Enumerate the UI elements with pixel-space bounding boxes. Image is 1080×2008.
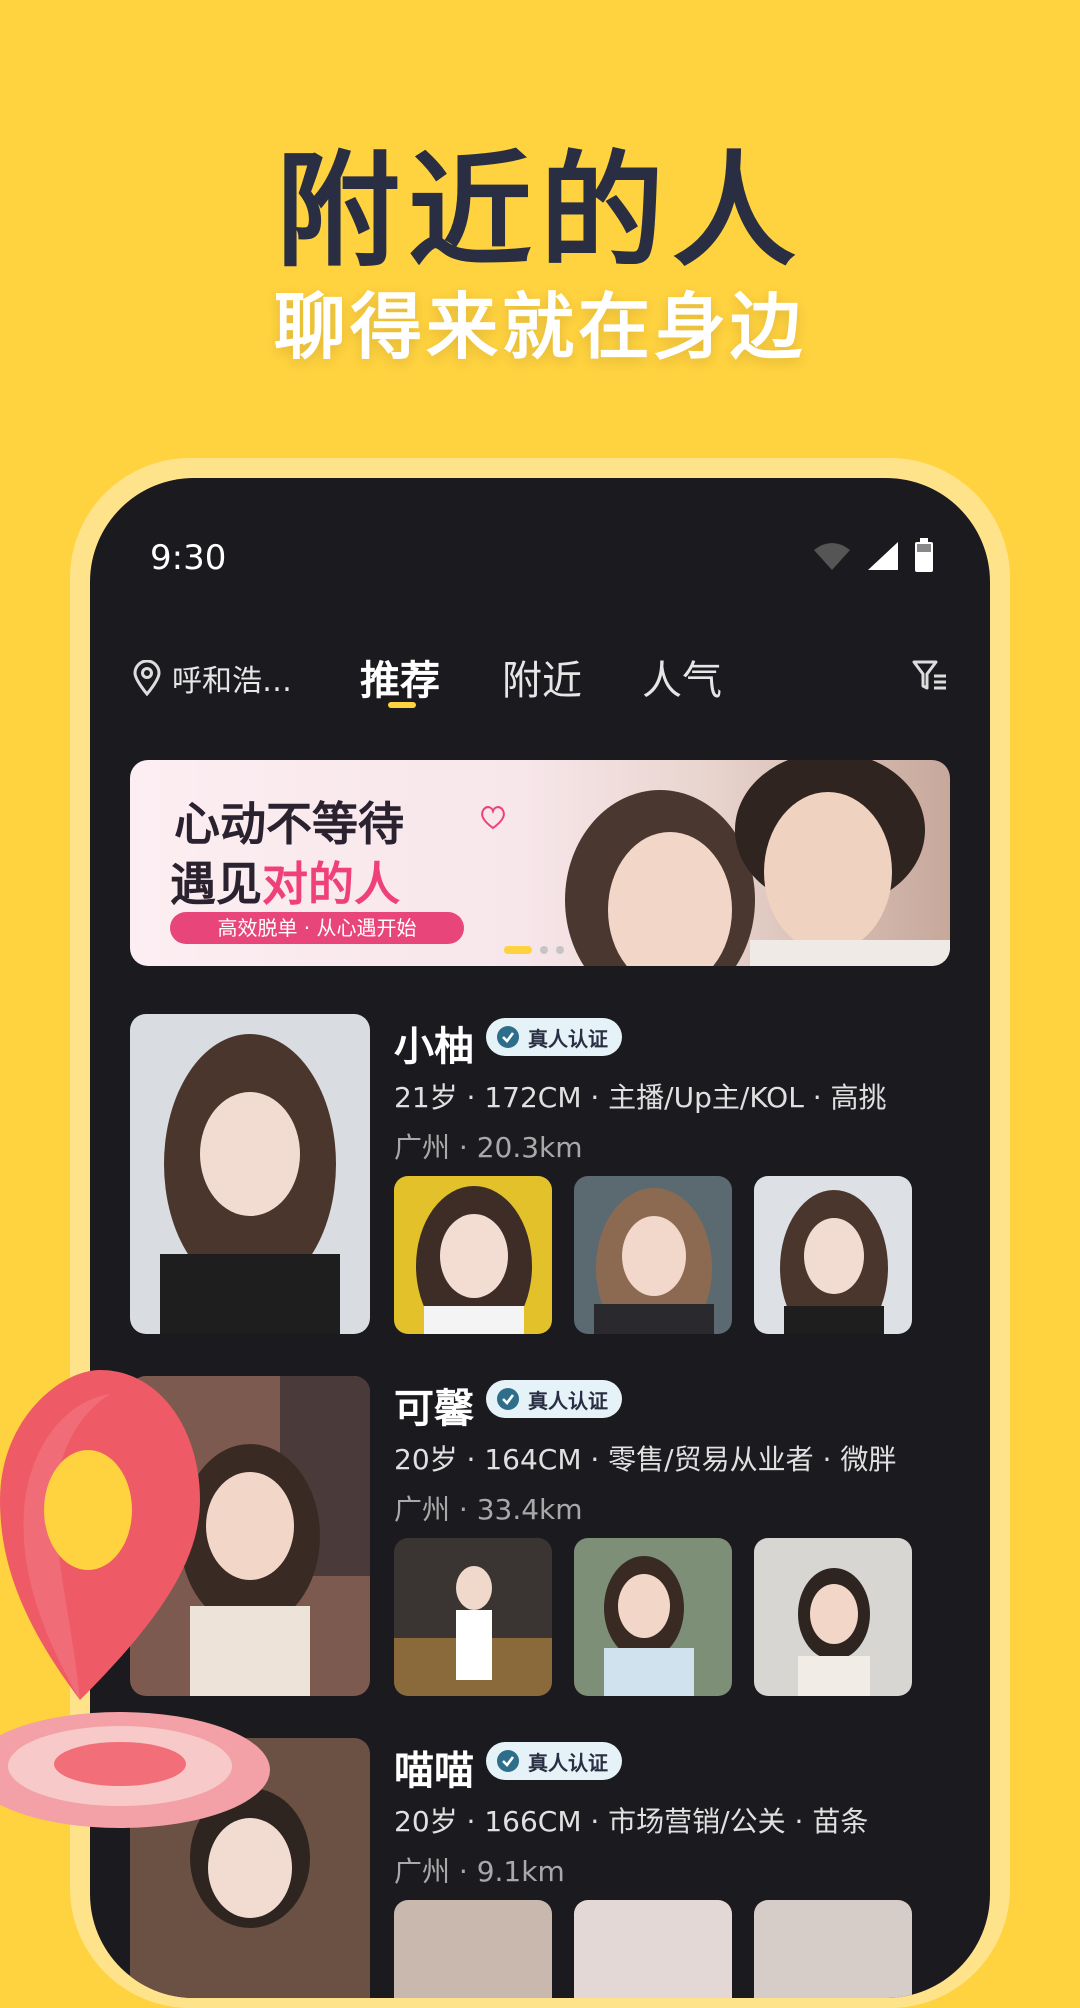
verified-label: 真人认证 (528, 1026, 608, 1051)
photo-thumb[interactable] (394, 1176, 552, 1334)
photo-thumb[interactable] (754, 1538, 912, 1696)
filter-icon (912, 660, 946, 690)
user-info: 20岁 · 164CM · 零售/贸易从业者 · 微胖 (394, 1443, 897, 1476)
wifi-icon (814, 543, 850, 570)
signal-icon (868, 542, 898, 570)
photo-thumb[interactable] (394, 1538, 552, 1696)
photo-thumb[interactable] (754, 1176, 912, 1334)
banner-line2-prefix: 遇见 (170, 857, 262, 911)
banner-pagination (504, 946, 564, 954)
promo-banner[interactable]: 心动不等待 遇见对的人 高效脱单 · 从心遇开始 (130, 760, 950, 966)
user-name: 小柚 (394, 1024, 474, 1070)
photo-strip (394, 1900, 912, 1998)
photo-thumb[interactable] (394, 1900, 552, 1998)
photo-thumb[interactable] (574, 1900, 732, 1998)
verified-check-icon (497, 1026, 519, 1048)
photo-strip (394, 1538, 912, 1696)
tab-recommend[interactable]: 推荐 (360, 648, 440, 708)
verified-badge: 真人认证 (486, 1742, 622, 1780)
banner-couple-photo (565, 760, 950, 966)
status-icons (812, 538, 934, 574)
photo-strip (394, 1176, 912, 1334)
verified-label: 真人认证 (528, 1388, 608, 1413)
user-location: 广州 · 9.1km (394, 1855, 565, 1888)
banner-line2: 遇见对的人 (170, 848, 400, 914)
tab-popular[interactable]: 人气 (642, 648, 722, 706)
tab-label: 推荐 (360, 658, 440, 704)
tab-nearby[interactable]: 附近 (502, 648, 582, 706)
location-pin-illustration (0, 1370, 270, 1828)
user-info: 21岁 · 172CM · 主播/Up主/KOL · 高挑 (394, 1081, 887, 1114)
headline: 附近的人 (275, 140, 804, 284)
verified-check-icon (497, 1750, 519, 1772)
user-location: 广州 · 20.3km (394, 1131, 583, 1164)
verified-check-icon (497, 1388, 519, 1410)
user-location: 广州 · 33.4km (394, 1493, 583, 1526)
location-pin-icon (133, 660, 161, 696)
user-name: 喵喵 (394, 1748, 474, 1794)
verified-badge: 真人认证 (486, 1018, 622, 1056)
pagination-dot (504, 946, 532, 954)
photo-thumb[interactable] (574, 1538, 732, 1696)
banner-line1: 心动不等待 (174, 797, 404, 851)
verified-badge: 真人认证 (486, 1380, 622, 1418)
user-card[interactable]: 小柚 真人认证 21岁 · 172CM · 主播/Up主/KOL · 高挑 广州… (130, 1014, 950, 1344)
user-info: 20岁 · 166CM · 市场营销/公关 · 苗条 (394, 1805, 869, 1838)
heart-icon (481, 806, 505, 830)
banner-tag: 高效脱单 · 从心遇开始 (170, 912, 464, 944)
avatar[interactable] (130, 1014, 370, 1334)
location-selector[interactable]: 呼和浩… (132, 656, 292, 700)
photo-thumb[interactable] (574, 1176, 732, 1334)
tab-active-indicator (388, 702, 416, 708)
pagination-dot (540, 946, 548, 954)
filter-button[interactable] (910, 656, 950, 700)
subheadline: 聊得来就在身边 (273, 285, 806, 369)
battery-icon (915, 538, 933, 572)
banner-line2-highlight: 对的人 (262, 857, 400, 911)
pagination-dot (556, 946, 564, 954)
status-time: 9:30 (150, 538, 227, 578)
location-label: 呼和浩… (172, 664, 292, 699)
avatar-photo (130, 1014, 370, 1334)
verified-label: 真人认证 (528, 1750, 608, 1775)
user-name: 可馨 (394, 1386, 474, 1432)
photo-thumb[interactable] (754, 1900, 912, 1998)
top-tabs: 呼和浩… 推荐 附近 人气 (90, 648, 990, 718)
